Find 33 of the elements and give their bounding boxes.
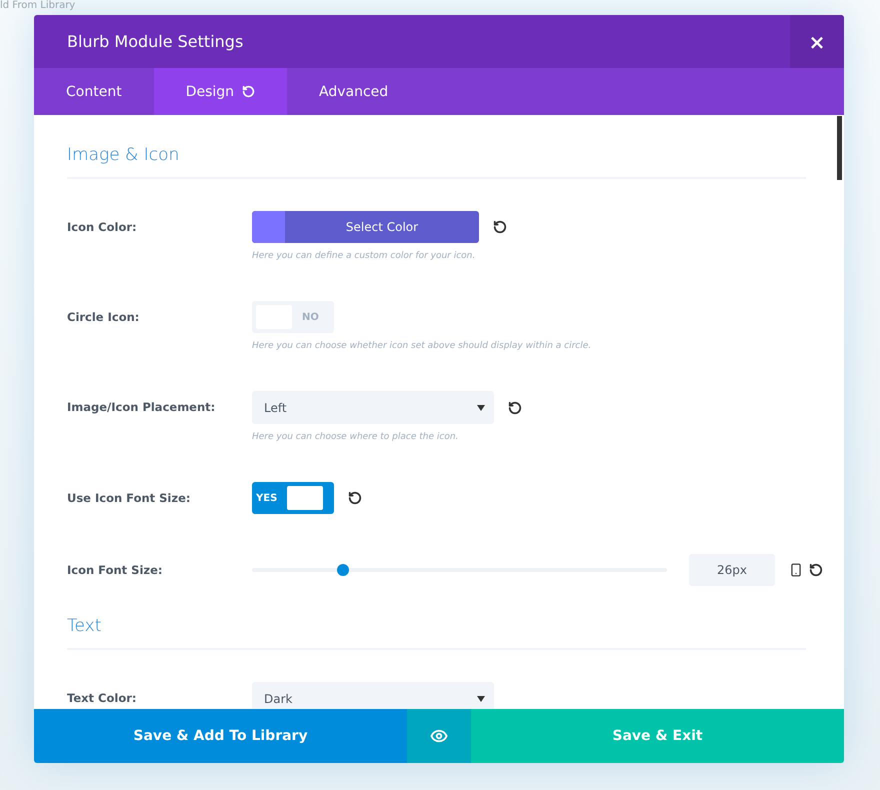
field-label: Circle Icon: (67, 309, 140, 326)
tab[interactable]: Content (34, 68, 154, 115)
preview-button[interactable] (407, 709, 471, 763)
section-title: Image & Icon (67, 115, 806, 179)
help-text: Here you can choose where to place the icon. (252, 432, 460, 442)
field-label: Icon Font Size: (67, 562, 164, 579)
modal-title: Blurb Module Settings (66, 32, 244, 51)
value-field[interactable]: 26px (689, 554, 775, 586)
reset-icon[interactable] (508, 400, 522, 414)
dropdown[interactable]: Left (252, 391, 494, 424)
save-to-library-button[interactable]: Save & Add To Library (34, 709, 407, 763)
eye-icon (430, 727, 448, 745)
close-button[interactable]: × (790, 15, 844, 68)
reset-icon[interactable] (493, 220, 507, 234)
tab[interactable]: Advanced (287, 68, 420, 115)
help-text: Here you can define a custom color for your icon. (252, 251, 476, 261)
help-text: Here you can choose whether icon set above should display within a circle. (252, 341, 592, 351)
reset-icon[interactable] (348, 491, 362, 505)
select-color-button[interactable]: Select Color (252, 211, 479, 243)
section-title: Text (67, 586, 806, 650)
toggle-switch[interactable]: YES (252, 482, 334, 514)
field-label: Image/Icon Placement: (67, 399, 216, 416)
phone-icon[interactable] (789, 563, 803, 577)
field-label: Use Icon Font Size: (67, 490, 192, 507)
field-label: Icon Color: (67, 219, 138, 236)
field-label: Text Color: (67, 690, 138, 707)
slider-thumb[interactable] (337, 564, 350, 576)
caret-icon (477, 404, 485, 410)
caret-icon (477, 696, 485, 702)
dropdown[interactable]: Dark (252, 682, 494, 709)
tab[interactable]: Design (154, 68, 288, 115)
reset-icon[interactable] (809, 563, 823, 577)
background-text: ld From Library (0, 0, 76, 11)
